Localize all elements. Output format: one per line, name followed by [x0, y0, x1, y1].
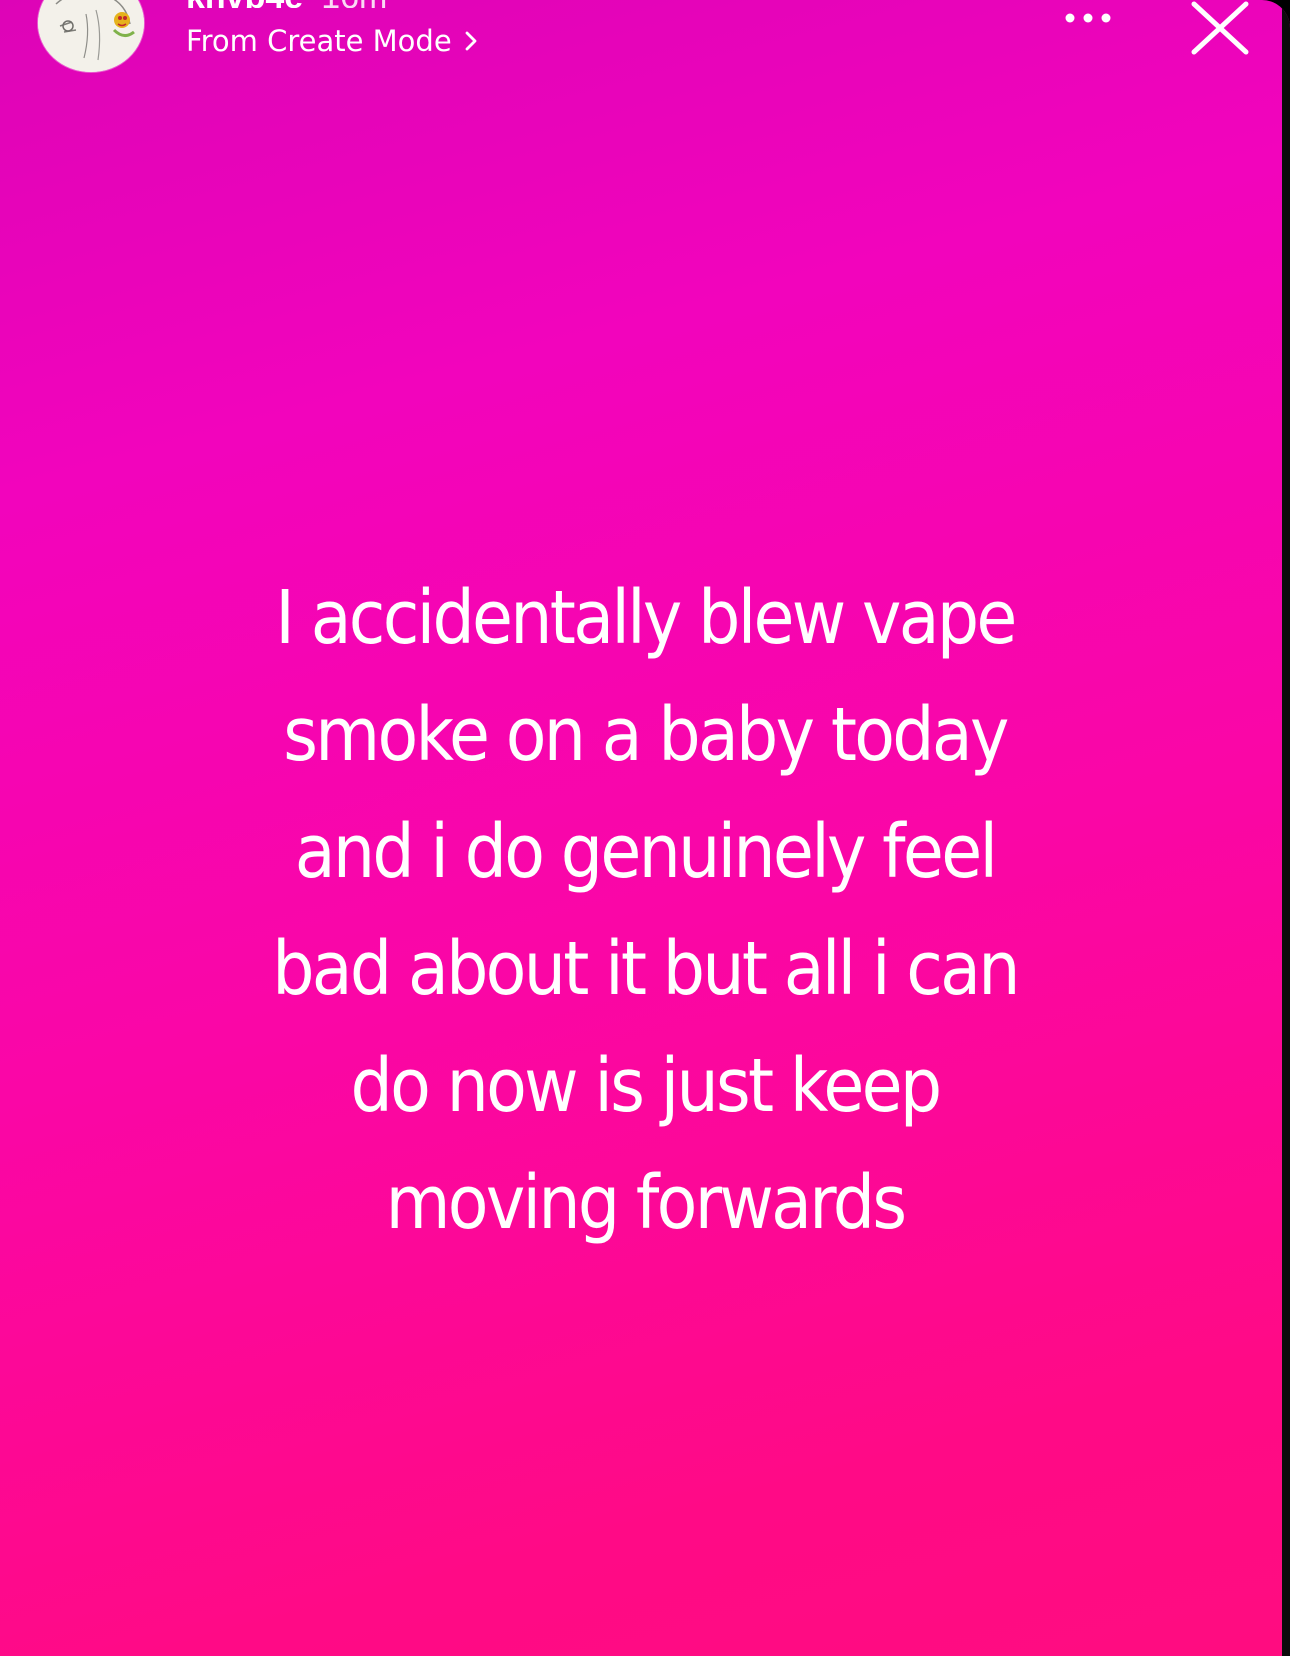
screen-edge [1282, 0, 1290, 1656]
close-icon[interactable] [1186, 0, 1256, 56]
story-viewer[interactable]: knvb4e 16m From Create Mode I accidentall… [0, 0, 1290, 1656]
create-mode-link[interactable]: From Create Mode [186, 24, 482, 58]
username[interactable]: knvb4e [186, 0, 303, 8]
post-time: 16m [321, 0, 387, 8]
story-text: I accidentally blew vape smoke on a baby… [272, 575, 1020, 1246]
source-label: From Create Mode [186, 24, 452, 58]
profile-avatar[interactable] [38, 0, 144, 72]
chevron-right-icon [465, 31, 477, 51]
more-options-icon[interactable] [1060, 2, 1120, 36]
avatar-drawing-icon [38, 0, 144, 72]
username-row[interactable]: knvb4e 16m [186, 0, 387, 8]
